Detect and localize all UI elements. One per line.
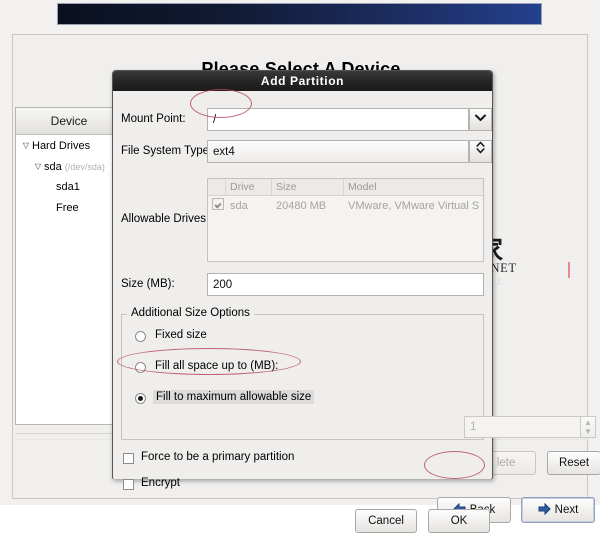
tree-twisty-icon[interactable]: ▽ — [20, 135, 32, 156]
fill-all-space-stepper[interactable]: ▲ ▼ — [580, 416, 596, 438]
radio-fixed-size-label[interactable]: Fixed size — [155, 329, 207, 341]
checkbox-encrypt[interactable] — [123, 479, 134, 490]
drive-row-name: sda — [230, 200, 248, 212]
radio-fixed-size[interactable] — [135, 331, 146, 342]
fill-all-space-input[interactable]: 1 — [464, 416, 581, 438]
spinner-up-icon[interactable]: ▲ — [581, 418, 595, 427]
drive-row-size: 20480 MB — [276, 200, 327, 212]
device-tree-rows: ▽ Hard Drives ▽ sda (/dev/sda) sda1 Free — [16, 135, 122, 219]
tree-item-sda[interactable]: ▽ sda (/dev/sda) — [16, 156, 122, 177]
add-partition-dialog: Add Partition Mount Point: / File System… — [112, 70, 596, 533]
cancel-button[interactable]: Cancel — [355, 509, 417, 533]
file-system-type-label: File System Type: — [121, 145, 213, 157]
tree-item-device-path: (/dev/sda) — [64, 162, 105, 172]
tree-item-label: Hard Drives — [32, 140, 91, 152]
checkbox-force-primary-label[interactable]: Force to be a primary partition — [141, 451, 294, 463]
tree-twisty-icon[interactable]: ▽ — [32, 156, 44, 177]
additional-size-options-legend: Additional Size Options — [127, 307, 254, 319]
mount-point-label: Mount Point: — [121, 113, 186, 125]
size-input[interactable]: 200 — [207, 273, 484, 296]
checkbox-encrypt-label[interactable]: Encrypt — [141, 477, 180, 489]
tree-item-label: Free — [56, 202, 79, 214]
drives-table-header: Drive Size Model — [208, 179, 483, 196]
spinner-down-icon[interactable]: ▼ — [581, 427, 595, 436]
drives-col-check — [208, 179, 226, 195]
drives-col-model: Model — [348, 181, 377, 193]
drive-row-checkbox[interactable] — [208, 196, 226, 216]
dialog-body: Mount Point: / File System Type: ext4 Al… — [113, 91, 596, 533]
ok-button[interactable]: OK — [428, 509, 490, 533]
next-button-label: Next — [554, 504, 579, 516]
tree-item-label: sda1 — [56, 181, 80, 193]
reset-button[interactable]: Reset — [547, 451, 600, 475]
tree-item-label: sda — [44, 161, 62, 173]
drives-col-drive: Drive — [226, 179, 272, 195]
mount-point-input[interactable]: / — [207, 108, 469, 131]
drive-row-model: VMware, VMware Virtual S — [348, 200, 480, 212]
tree-item-free[interactable]: Free — [16, 198, 122, 219]
updown-chevron-icon[interactable] — [469, 140, 492, 163]
annotation-red-stroke — [568, 262, 574, 278]
file-system-type-select[interactable]: ext4 — [207, 140, 469, 163]
radio-fill-all-space[interactable] — [135, 362, 146, 373]
table-row[interactable]: sda 20480 MB VMware, VMware Virtual S — [208, 196, 483, 216]
tree-item-hard-drives[interactable]: ▽ Hard Drives — [16, 135, 122, 156]
allowable-drives-label: Allowable Drives: — [121, 213, 210, 225]
radio-fill-to-max[interactable] — [135, 393, 146, 404]
device-tree-panel: Device ▽ Hard Drives ▽ sda (/dev/sda) sda1 Fr… — [15, 107, 123, 425]
allowable-drives-table[interactable]: Drive Size Model sda 20480 MB VMware, VM… — [207, 178, 484, 262]
tree-item-sda1[interactable]: sda1 — [16, 177, 122, 198]
radio-fill-all-space-label[interactable]: Fill all space up to (MB): — [155, 360, 278, 372]
device-column-header: Device — [16, 108, 122, 135]
window-titlebar — [57, 3, 542, 25]
checkbox-force-primary[interactable] — [123, 453, 134, 464]
radio-fill-to-max-label[interactable]: Fill to maximum allowable size — [153, 390, 315, 404]
chevron-down-icon[interactable] — [469, 108, 492, 131]
arrow-right-icon — [538, 500, 551, 524]
size-label: Size (MB): — [121, 278, 175, 290]
next-button[interactable]: Next — [521, 497, 595, 523]
drives-col-size: Size — [272, 179, 344, 195]
dialog-titlebar: Add Partition — [113, 71, 492, 91]
